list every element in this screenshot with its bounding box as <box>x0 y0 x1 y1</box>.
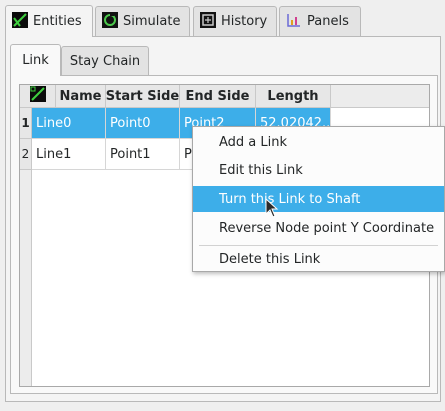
menu-item-turn-link-to-shaft[interactable]: Turn this Link to Shaft <box>193 186 444 212</box>
tab-entities[interactable]: Entities <box>5 5 93 37</box>
tab-panels[interactable]: Panels <box>279 6 361 36</box>
panels-icon <box>286 12 302 32</box>
table-cell-name[interactable]: Line1 <box>32 139 106 170</box>
table-cell-start-side[interactable]: Point1 <box>106 139 180 170</box>
tab-history-label: History <box>221 14 268 29</box>
column-header-name[interactable]: Name <box>56 85 106 108</box>
tab-stay-chain[interactable]: Stay Chain <box>61 46 149 75</box>
menu-item-edit-link[interactable]: Edit this Link <box>193 157 444 183</box>
corner-header[interactable] <box>20 85 56 108</box>
row-number[interactable]: 1 <box>20 108 32 139</box>
column-header-end-side[interactable]: End Side <box>180 85 256 108</box>
column-header-start-side[interactable]: Start Side <box>106 85 180 108</box>
tab-link[interactable]: Link <box>10 44 61 76</box>
tab-panels-label: Panels <box>307 14 349 29</box>
menu-item-add-link[interactable]: Add a Link <box>193 129 444 155</box>
simulate-icon <box>102 11 118 32</box>
mouse-cursor-icon <box>265 197 279 218</box>
menu-item-reverse-node-y[interactable]: Reverse Node point Y Coordinate <box>193 215 444 241</box>
tab-history[interactable]: History <box>193 6 277 36</box>
tab-entities-label: Entities <box>33 14 82 29</box>
entities-icon <box>12 11 28 32</box>
header-filler <box>331 85 429 108</box>
table-cell-start-side[interactable]: Point0 <box>106 108 180 139</box>
context-menu: Add a Link Edit this Link Turn this Link… <box>192 126 445 272</box>
menu-item-delete-link[interactable]: Delete this Link <box>193 246 444 272</box>
tab-simulate-label: Simulate <box>123 14 181 29</box>
link-icon <box>29 86 46 106</box>
tab-link-label: Link <box>22 53 49 68</box>
tab-simulate[interactable]: Simulate <box>95 6 190 36</box>
tab-stay-chain-label: Stay Chain <box>69 53 141 69</box>
row-number[interactable]: 2 <box>20 139 32 170</box>
table-cell-name[interactable]: Line0 <box>32 108 106 139</box>
history-icon <box>200 11 216 32</box>
column-header-length[interactable]: Length <box>256 85 331 108</box>
